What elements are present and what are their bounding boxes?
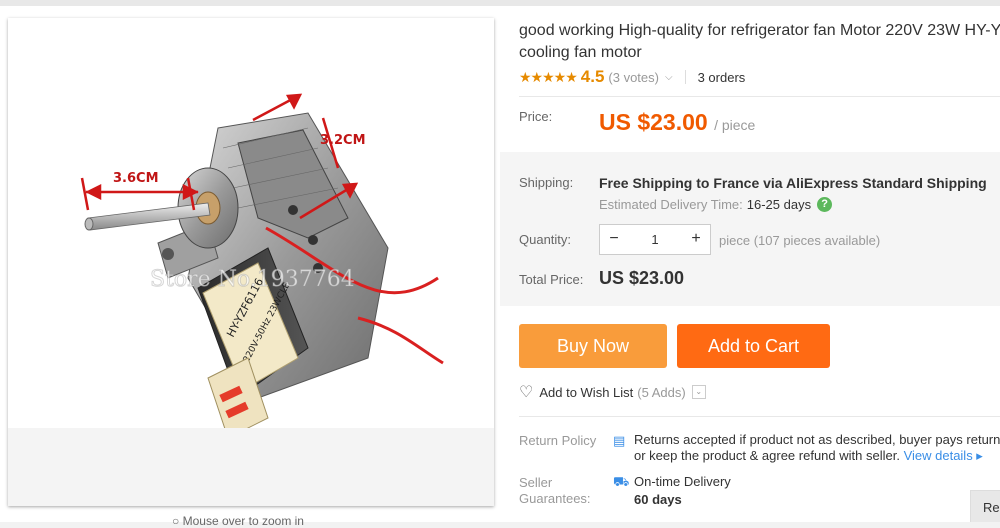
report-button[interactable]: Re	[970, 490, 1000, 522]
divider	[519, 416, 1000, 417]
wish-list-label[interactable]: Add to Wish List	[539, 385, 633, 400]
price-label: Price:	[519, 109, 553, 124]
eta-label: Estimated Delivery Time:	[599, 197, 743, 212]
return-policy-line2: or keep the product & agree refund with …	[634, 448, 900, 463]
ontime-delivery: On-time Delivery	[634, 474, 731, 489]
chevron-down-icon[interactable]: ⌄	[691, 385, 706, 399]
price-value: US $23.00 / piece	[599, 109, 755, 136]
stock-available: piece (107 pieces available)	[719, 233, 881, 248]
decrease-button[interactable]: −	[600, 225, 628, 254]
zoom-hint-text: Mouse over to zoom in	[182, 514, 304, 528]
rating-row: ★★★★★ 4.5 (3 votes) ⌵ 3 orders	[519, 67, 746, 86]
price-unit: / piece	[714, 117, 756, 133]
quantity-stepper: − 1 +	[599, 224, 711, 255]
rating-stars-icon: ★★★★★	[519, 68, 578, 85]
rating-value: 4.5	[580, 67, 605, 86]
total-label: Total Price:	[519, 272, 584, 287]
buy-now-button[interactable]: Buy Now	[519, 324, 667, 368]
product-title: good working High-quality for refrigerat…	[519, 20, 1000, 64]
shipping-label: Shipping:	[519, 175, 574, 190]
eta-days: 16-25 days	[746, 197, 812, 212]
seller-label-line2: Guarantees:	[519, 491, 591, 506]
wish-list-row[interactable]: ♡ Add to Wish List (5 Adds) ⌄	[519, 382, 706, 402]
divider	[684, 70, 686, 84]
wish-count: (5 Adds)	[637, 384, 686, 400]
seller-label-line1: Seller	[519, 475, 553, 490]
dim-label-left: 3.6CM	[113, 171, 159, 186]
heart-icon[interactable]: ♡	[519, 382, 533, 402]
quantity-label: Quantity:	[519, 232, 572, 247]
return-policy-text: Returns accepted if product not as descr…	[634, 432, 1000, 464]
divider	[519, 96, 1000, 97]
motor-photo: HY-YZF6116 220V-50Hz 23WCLE 3.6CM 3.2CM …	[8, 93, 494, 506]
delivery-estimate: Estimated Delivery Time: 16-25 days ?	[599, 197, 833, 212]
return-policy-icon: ▤	[613, 433, 626, 448]
return-policy-line1: Returns accepted if product not as descr…	[634, 432, 1000, 447]
shipping-method[interactable]: Free Shipping to France via AliExpress S…	[599, 175, 987, 191]
product-gallery: HY-YZF6116 220V-50Hz 23WCLE 3.6CM 3.2CM …	[0, 6, 500, 528]
ontime-days: 60 days	[634, 492, 682, 507]
orders-count: 3 orders	[697, 69, 746, 85]
product-title-line1: good working High-quality for refrigerat…	[519, 22, 1000, 39]
store-watermark: Store No.1937764	[150, 267, 355, 292]
truck-icon: ⛟	[613, 474, 630, 489]
zoom-hint: ○ Mouse over to zoom in	[172, 514, 304, 528]
chevron-down-icon[interactable]: ⌵	[665, 72, 673, 83]
return-policy-label: Return Policy	[519, 433, 597, 448]
add-to-cart-button[interactable]: Add to Cart	[677, 324, 830, 368]
quantity-input[interactable]: 1	[628, 225, 682, 254]
help-icon[interactable]: ?	[817, 197, 833, 212]
seller-guarantees-label: Seller Guarantees:	[519, 475, 591, 507]
increase-button[interactable]: +	[682, 225, 710, 254]
total-value: US $23.00	[599, 268, 685, 288]
votes-link[interactable]: (3 votes)	[608, 70, 659, 85]
product-title-line2: cooling fan motor	[519, 44, 642, 61]
dim-label-right: 3.2CM	[320, 133, 366, 148]
product-info-panel: good working High-quality for refrigerat…	[500, 6, 1000, 522]
view-details-link[interactable]: View details ▸	[904, 448, 983, 463]
price-amount: US $23.00	[599, 109, 708, 135]
magnifier-icon: ○	[172, 514, 180, 528]
product-image[interactable]: HY-YZF6116 220V-50Hz 23WCLE 3.6CM 3.2CM …	[8, 18, 494, 506]
